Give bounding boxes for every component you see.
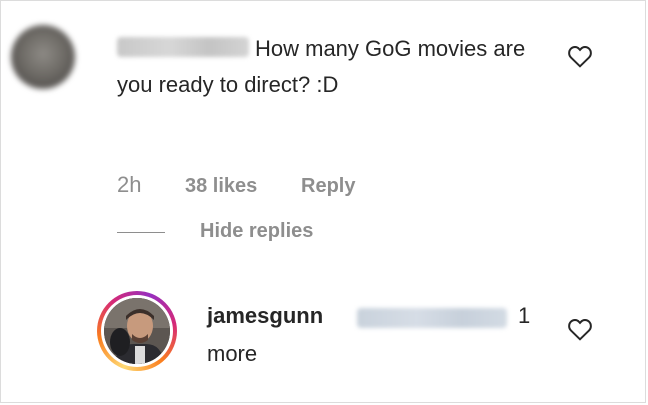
- comment-timestamp[interactable]: 2h: [117, 172, 141, 198]
- heart-icon: [567, 46, 593, 72]
- reply-username[interactable]: jamesgunn: [207, 303, 323, 329]
- commenter-avatar[interactable]: [11, 25, 75, 89]
- reply-avatar[interactable]: [97, 291, 177, 371]
- like-reply-button[interactable]: [567, 317, 593, 341]
- reply-mention-redacted[interactable]: [357, 308, 507, 328]
- reply-button[interactable]: Reply: [301, 175, 355, 198]
- comment-panel: How many GoG movies are you ready to dir…: [0, 0, 646, 403]
- avatar-ring-gap: [101, 295, 173, 367]
- heart-icon: [567, 319, 593, 345]
- replies-divider: [117, 232, 165, 233]
- reply-text-line2: more: [207, 341, 258, 366]
- comment-text: How many GoG movies are you ready to dir…: [117, 36, 526, 97]
- hide-replies-button[interactable]: Hide replies: [200, 220, 313, 243]
- reply-text-line1: 1: [518, 303, 531, 328]
- avatar-photo: [104, 298, 170, 364]
- like-comment-button[interactable]: [567, 44, 593, 68]
- comment-likes-count[interactable]: 38 likes: [185, 175, 257, 198]
